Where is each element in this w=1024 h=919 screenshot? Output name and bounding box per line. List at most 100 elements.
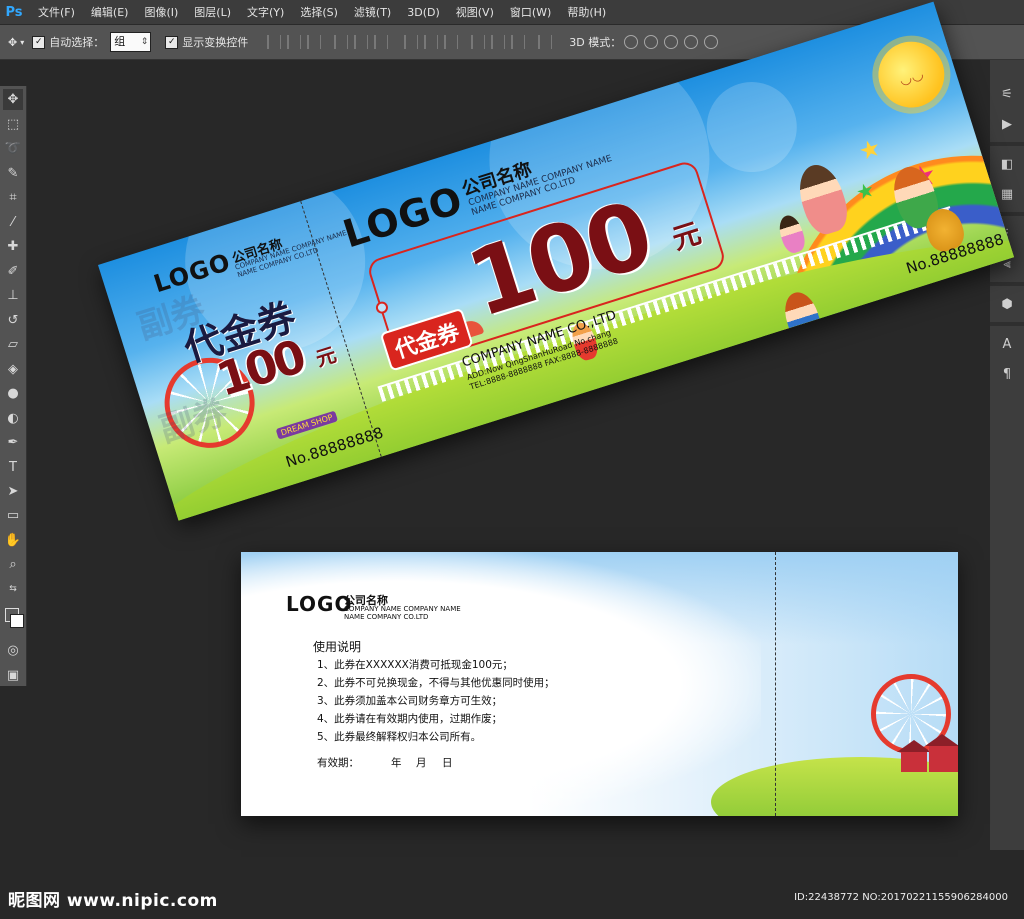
chevron-down-icon: ▾: [20, 37, 25, 47]
menu-type[interactable]: 文字(Y): [239, 4, 292, 20]
menu-edit[interactable]: 编辑(E): [83, 4, 137, 20]
menu-file[interactable]: 文件(F): [30, 4, 83, 20]
move-tool-icon: ✥: [8, 35, 18, 49]
checkbox-checked-icon: ✓: [32, 35, 46, 49]
house-illustration: [897, 740, 931, 772]
quick-select-tool-icon[interactable]: ✎: [3, 162, 23, 183]
auto-select-dropdown[interactable]: 组: [110, 32, 152, 52]
eraser-tool-icon[interactable]: ▱: [3, 334, 23, 355]
rectangle-tool-icon[interactable]: ▭: [3, 505, 23, 526]
rule-3: 3、此券须加盖本公司财务章方可生效；: [317, 695, 503, 707]
align-buttons: [264, 35, 391, 49]
auto-select-label: 自动选择：: [49, 36, 105, 49]
healing-brush-tool-icon[interactable]: ✚: [3, 236, 23, 257]
auto-align-icon[interactable]: [538, 35, 553, 49]
clone-stamp-tool-icon[interactable]: ⊥: [3, 285, 23, 306]
drag-3d-icon[interactable]: [664, 35, 679, 49]
dock-divider: [990, 322, 1024, 326]
distribute-hcenter-icon[interactable]: [491, 35, 506, 49]
distribute-bottom-icon[interactable]: [444, 35, 459, 49]
eyedropper-tool-icon[interactable]: ⁄: [3, 211, 23, 232]
menu-help[interactable]: 帮助(H): [559, 4, 614, 20]
distribute-top-icon[interactable]: [404, 35, 419, 49]
site-watermark: 昵图网 www.nipic.com: [8, 891, 218, 911]
type-tool-icon[interactable]: T: [3, 456, 23, 477]
zoom-tool-icon[interactable]: ⌕: [3, 554, 23, 575]
align-right-icon[interactable]: [374, 35, 389, 49]
align-hcenter-icon[interactable]: [354, 35, 369, 49]
menu-filter[interactable]: 滤镜(T): [346, 4, 399, 20]
validity-year: 年: [391, 757, 402, 769]
rule-5: 5、此券最终解释权归本公司所有。: [317, 731, 482, 743]
sun-face-icon: ◡◡: [897, 66, 926, 89]
panel-dock: ⚟ ▶ ◧ ▦ ⫶ ⫷ ⬢ A ¶: [990, 60, 1024, 850]
menu-select[interactable]: 选择(S): [292, 4, 346, 20]
path-select-tool-icon[interactable]: ➤: [3, 481, 23, 502]
menu-image[interactable]: 图像(I): [136, 4, 186, 20]
image-id-label: ID:22438772 NO:20170221155906284000: [794, 892, 1008, 903]
dock-divider: [990, 142, 1024, 146]
smiling-sun-illustration: ◡◡: [869, 33, 953, 116]
mode-3d: 3D 模式：: [569, 34, 721, 50]
menu-window[interactable]: 窗口(W): [502, 4, 559, 20]
history-brush-tool-icon[interactable]: ↺: [3, 309, 23, 330]
align-bottom-icon[interactable]: [307, 35, 322, 49]
lasso-tool-icon[interactable]: ➰: [3, 138, 23, 159]
color-panel-icon[interactable]: ◧: [995, 152, 1019, 176]
photoshop-logo[interactable]: Ps: [2, 2, 26, 22]
sky-bokeh: [695, 70, 809, 184]
distribute-vcenter-icon[interactable]: [424, 35, 439, 49]
checkbox-checked-icon: ✓: [165, 35, 179, 49]
back-logo: LOGO: [286, 592, 353, 616]
3d-panel-icon[interactable]: ⬢: [995, 292, 1019, 316]
quick-mask-icon[interactable]: ◎: [3, 640, 23, 661]
scale-3d-icon[interactable]: [704, 35, 719, 49]
actions-panel-icon[interactable]: ▶: [995, 112, 1019, 136]
move-tool-preset[interactable]: ✥ ▾: [8, 36, 24, 49]
mode-3d-label: 3D 模式：: [569, 36, 622, 49]
menu-view[interactable]: 视图(V): [448, 4, 502, 20]
crop-tool-icon[interactable]: ⌗: [3, 187, 23, 208]
distribute-right-icon[interactable]: [511, 35, 526, 49]
star-icon: ★: [855, 132, 885, 167]
menu-3d[interactable]: 3D(D): [399, 6, 448, 19]
paint-bucket-tool-icon[interactable]: ◈: [3, 358, 23, 379]
roll-3d-icon[interactable]: [644, 35, 659, 49]
default-colors-icon[interactable]: ⇆: [3, 579, 23, 600]
distribute-buttons: [401, 35, 555, 49]
align-left-icon[interactable]: [334, 35, 349, 49]
align-top-icon[interactable]: [267, 35, 282, 49]
house-illustration: [925, 734, 958, 772]
pen-tool-icon[interactable]: ✒: [3, 432, 23, 453]
rule-4: 4、此券请在有效期内使用，过期作废；: [317, 713, 503, 725]
brush-tool-icon[interactable]: ✐: [3, 260, 23, 281]
blur-tool-icon[interactable]: ●: [3, 383, 23, 404]
distribute-left-icon[interactable]: [471, 35, 486, 49]
background-color-swatch[interactable]: [10, 614, 24, 628]
menu-layer[interactable]: 图层(L): [186, 4, 239, 20]
hand-tool-icon[interactable]: ✋: [3, 530, 23, 551]
dock-divider: [990, 282, 1024, 286]
validity-day: 日: [442, 757, 453, 769]
tools-panel: ✥ ⬚ ➰ ✎ ⌗ ⁄ ✚ ✐ ⊥ ↺ ▱ ◈ ● ◐ ✒ T ➤ ▭ ✋ ⌕ …: [0, 86, 27, 686]
align-vcenter-icon[interactable]: [287, 35, 302, 49]
usage-instructions-title: 使用说明: [313, 640, 362, 654]
move-tool-icon[interactable]: ✥: [3, 89, 23, 111]
screen-mode-icon[interactable]: ▣: [3, 665, 23, 686]
paragraph-panel-icon[interactable]: ¶: [995, 362, 1019, 386]
back-company-en-line-1: COMPANY NAME COMPANY NAME: [344, 605, 461, 613]
validity-month: 月: [416, 757, 427, 769]
auto-select-checkbox[interactable]: ✓ 自动选择： 组: [32, 32, 152, 52]
dodge-tool-icon[interactable]: ◐: [3, 407, 23, 428]
history-panel-icon[interactable]: ⚟: [995, 82, 1019, 106]
character-panel-icon[interactable]: A: [995, 332, 1019, 356]
rotate-3d-icon[interactable]: [624, 35, 639, 49]
marquee-tool-icon[interactable]: ⬚: [3, 113, 23, 134]
swatches-panel-icon[interactable]: ▦: [995, 182, 1019, 206]
show-transform-checkbox[interactable]: ✓ 显示变换控件: [165, 34, 248, 50]
rule-2: 2、此券不可兑换现金，不得与其他优惠同时使用；: [317, 677, 555, 689]
voucher-back: LOGO 公司名称 COMPANY NAME COMPANY NAME NAME…: [241, 552, 958, 816]
rule-1: 1、此券在XXXXXX消费可抵现金100元；: [317, 659, 513, 671]
voucher-front: DREAM SHOP ◡◡ ★ ★ ★ 副券 副券 LOGO 公司名称 COMP…: [98, 1, 1015, 521]
slide-3d-icon[interactable]: [684, 35, 699, 49]
